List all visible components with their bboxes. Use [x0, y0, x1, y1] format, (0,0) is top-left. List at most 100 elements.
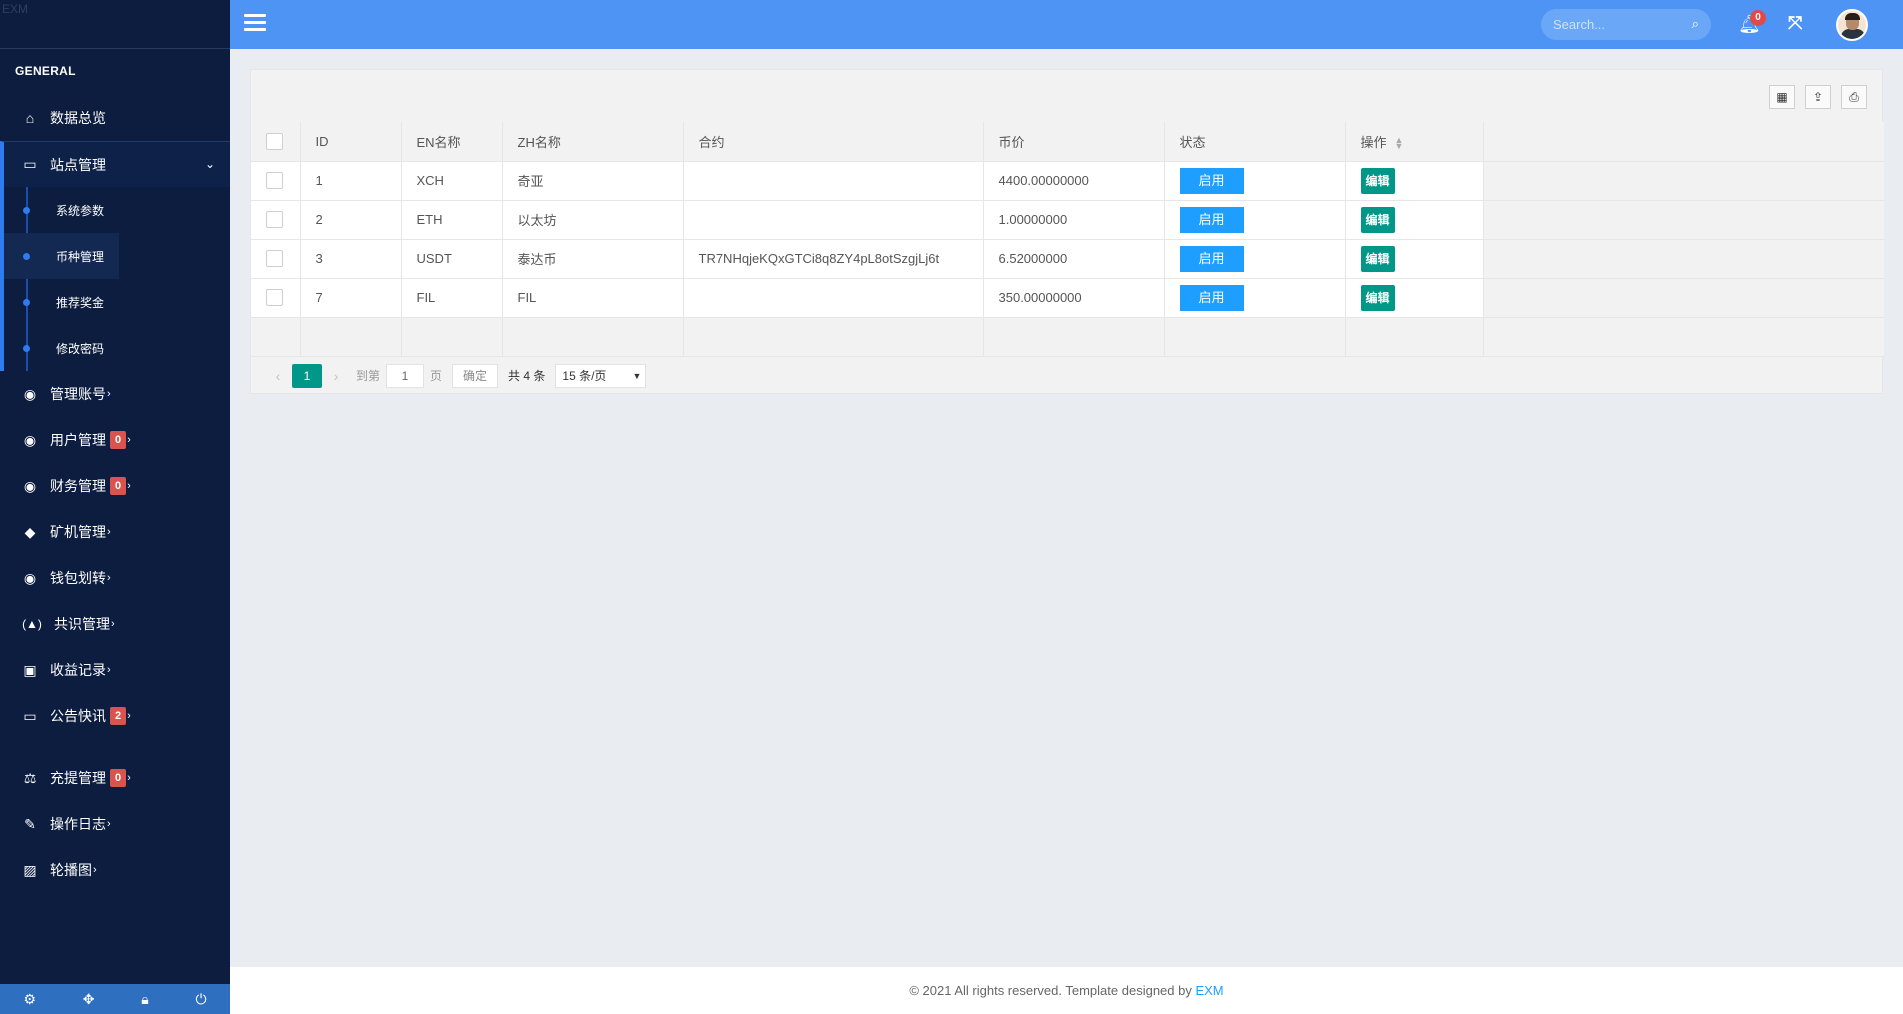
- cell-price: 1.00000000: [983, 200, 1165, 240]
- prev-page-icon[interactable]: ‹: [264, 368, 292, 384]
- cell-en-name: FIL: [401, 278, 503, 318]
- submenu-site-management: 系统参数 币种管理 推荐奖金 修改密码: [0, 187, 230, 371]
- columns-filter-icon[interactable]: ▦: [1769, 85, 1795, 109]
- row-checkbox[interactable]: [266, 172, 283, 190]
- avatar[interactable]: [1836, 9, 1868, 41]
- cell-en-name: XCH: [401, 161, 503, 201]
- nav-item-site-management[interactable]: ▭ 站点管理 ⌄: [0, 141, 230, 187]
- lock-icon[interactable]: 🔒︎: [141, 991, 148, 1008]
- cell-id: 7: [300, 278, 402, 318]
- nav-label: 财务管理: [50, 478, 106, 494]
- nav-item-announcements[interactable]: ▭ 公告快讯 2 ›: [0, 693, 230, 739]
- cell-status: 启用: [1164, 161, 1346, 201]
- fullscreen-icon[interactable]: ✥: [83, 991, 95, 1008]
- nav-label: 用户管理: [50, 432, 106, 448]
- empty-cell: [1345, 317, 1484, 357]
- cell-price: 6.52000000: [983, 239, 1165, 279]
- row-checkbox[interactable]: [266, 289, 283, 307]
- status-toggle-button[interactable]: 启用: [1179, 245, 1244, 272]
- sub-item-currency-management[interactable]: 币种管理: [4, 233, 119, 279]
- nav-item-finance-management[interactable]: ◉ 财务管理 0 ›: [0, 463, 230, 509]
- cell-zh-name: 泰达币: [502, 239, 684, 279]
- cell-status: 启用: [1164, 239, 1346, 279]
- count-badge: 0: [110, 431, 127, 449]
- bullet-icon: [23, 253, 30, 260]
- edit-button[interactable]: 编辑: [1360, 206, 1395, 233]
- cell-contract: [683, 278, 984, 318]
- cell-id: 2: [300, 200, 402, 240]
- header-en-name[interactable]: EN名称: [401, 122, 503, 162]
- header-checkbox-cell: [251, 122, 301, 162]
- power-icon[interactable]: ⏻: [195, 991, 206, 1008]
- search-icon[interactable]: ⌕: [1692, 16, 1699, 32]
- edit-button[interactable]: 编辑: [1360, 167, 1395, 194]
- nav-item-miner-management[interactable]: ◆ 矿机管理 ›: [0, 509, 230, 555]
- cell-contract: [683, 161, 984, 201]
- cell-id: 1: [300, 161, 402, 201]
- status-toggle-button[interactable]: 启用: [1179, 206, 1244, 233]
- row-checkbox-cell: [251, 161, 301, 201]
- nav-item-earnings-records[interactable]: ▣ 收益记录 ›: [0, 647, 230, 693]
- footer-link[interactable]: EXM: [1195, 983, 1223, 998]
- section-title: GENERAL: [15, 64, 76, 78]
- sub-item-referral-bonus[interactable]: 推荐奖金: [4, 279, 230, 325]
- pagination: ‹ 1 › 到第 页 确定 共 4 条 15 条/页 ▼: [251, 356, 1884, 394]
- chevron-right-icon: ›: [107, 526, 111, 538]
- print-icon[interactable]: ⎙: [1841, 85, 1867, 109]
- row-checkbox[interactable]: [266, 211, 283, 229]
- select-all-checkbox[interactable]: [266, 132, 283, 150]
- cell-price: 4400.00000000: [983, 161, 1165, 201]
- sidebar: EXM GENERAL ⌂ 数据总览 ▭ 站点管理 ⌄ 系统参数 币种管理 推荐…: [0, 0, 230, 1014]
- header-zh-name[interactable]: ZH名称: [502, 122, 684, 162]
- user-circle-icon: ◉: [23, 477, 37, 494]
- nav-label: 充提管理: [50, 770, 106, 786]
- status-toggle-button[interactable]: 启用: [1179, 167, 1244, 194]
- nav-item-carousel[interactable]: ▨ 轮播图 ›: [0, 847, 230, 893]
- cell-filler: [1483, 278, 1884, 318]
- header-status[interactable]: 状态: [1164, 122, 1346, 162]
- chevron-down-icon: ⌄: [204, 157, 215, 171]
- nav-item-consensus-management[interactable]: (▲) 共识管理 ›: [0, 601, 230, 647]
- page-current[interactable]: 1: [292, 363, 322, 388]
- cell-en-name: ETH: [401, 200, 503, 240]
- nav-item-deposit-withdraw[interactable]: ⚖ 充提管理 0 ›: [0, 755, 230, 801]
- goto-confirm-button[interactable]: 确定: [452, 363, 499, 388]
- brand-logo-text[interactable]: EXM: [2, 2, 28, 16]
- nav-item-operation-log[interactable]: ✎ 操作日志 ›: [0, 801, 230, 847]
- menu-toggle-icon[interactable]: [244, 14, 266, 34]
- export-icon[interactable]: ⇪: [1805, 85, 1831, 109]
- sort-icon[interactable]: ▲ ▼: [1395, 136, 1404, 151]
- sub-item-change-password[interactable]: 修改密码: [4, 325, 230, 371]
- settings-gear-icon[interactable]: ⚙: [23, 991, 36, 1008]
- notification-badge: 0: [1750, 10, 1766, 26]
- cell-price: 350.00000000: [983, 278, 1165, 318]
- header-action[interactable]: 操作 ▲ ▼: [1345, 122, 1484, 162]
- header-price[interactable]: 币价: [983, 122, 1165, 162]
- header-id[interactable]: ID: [300, 122, 402, 162]
- cell-contract: TR7NHqjeKQxGTCi8q8ZY4pL8otSzgjLj6t: [683, 239, 984, 279]
- cell-action: 编辑: [1345, 239, 1484, 279]
- header-action-label: 操作: [1360, 134, 1387, 150]
- nav-item-wallet-transfer[interactable]: ◉ 钱包划转 ›: [0, 555, 230, 601]
- nav-item-user-management[interactable]: ◉ 用户管理 0 ›: [0, 417, 230, 463]
- page-size-value: 15 条/页: [562, 369, 607, 383]
- status-toggle-button[interactable]: 启用: [1179, 284, 1244, 311]
- sub-item-system-params[interactable]: 系统参数: [4, 187, 230, 233]
- footer: © 2021 All rights reserved. Template des…: [230, 967, 1903, 1014]
- nav-item-overview[interactable]: ⌂ 数据总览: [0, 95, 230, 141]
- brand-area: EXM: [0, 0, 230, 49]
- edit-button[interactable]: 编辑: [1360, 245, 1395, 272]
- search-input[interactable]: [1541, 9, 1671, 40]
- nav-item-admin-accounts[interactable]: ◉ 管理账号 ›: [0, 371, 230, 417]
- cell-action: 编辑: [1345, 200, 1484, 240]
- expand-icon[interactable]: ⤧: [1788, 13, 1802, 34]
- edit-button[interactable]: 编辑: [1360, 284, 1395, 311]
- nav-label: 收益记录: [50, 662, 106, 678]
- row-checkbox[interactable]: [266, 250, 283, 268]
- header-contract[interactable]: 合约: [683, 122, 984, 162]
- next-page-icon[interactable]: ›: [322, 368, 350, 384]
- chevron-right-icon: ›: [127, 772, 131, 784]
- goto-page-input[interactable]: [386, 363, 425, 388]
- page-size-select[interactable]: 15 条/页 ▼: [555, 363, 647, 388]
- money-icon: ▣: [23, 661, 37, 678]
